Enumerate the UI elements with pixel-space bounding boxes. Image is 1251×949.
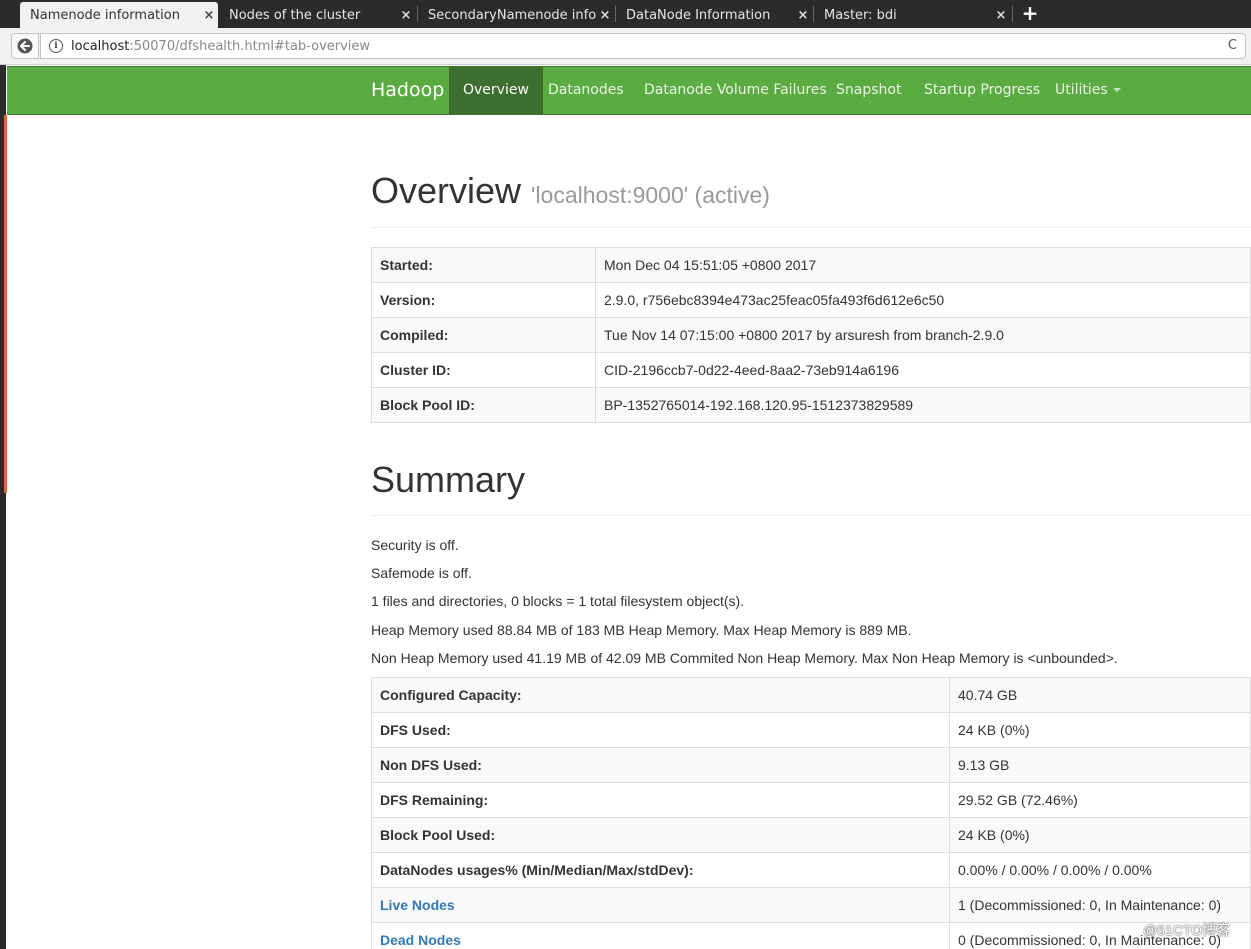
table-row: Dead Nodes 0 (Decommissioned: 0, In Maint… — [371, 922, 1251, 949]
overview-subtitle: 'localhost:9000' (active) — [531, 182, 770, 208]
tab-datanode-information[interactable]: DataNode Information × — [616, 2, 812, 28]
row-value: Tue Nov 14 07:15:00 +0800 2017 by arsure… — [595, 317, 1251, 353]
nodes-link[interactable]: Dead Nodes — [380, 932, 461, 948]
row-key: DFS Remaining: — [371, 782, 950, 818]
tab-label: SecondaryNamenode inform — [428, 7, 596, 23]
table-row: DFS Used: 24 KB (0%) — [371, 712, 1251, 748]
row-value: 40.74 GB — [949, 677, 1251, 713]
tab-label: Nodes of the cluster — [229, 7, 361, 23]
nav-datanode-volume-failures[interactable]: Datanode Volume Failures — [630, 67, 841, 114]
tab-nodes-of-the-cluster[interactable]: Nodes of the cluster × — [219, 2, 415, 28]
row-key: Configured Capacity: — [371, 677, 950, 713]
row-key: Live Nodes — [371, 887, 950, 923]
hadoop-navbar: Hadoop Overview Datanodes Datanode Volum… — [7, 66, 1251, 115]
nav-overview[interactable]: Overview — [449, 67, 543, 114]
window-edge-accent — [4, 115, 7, 493]
reload-icon[interactable]: C — [1228, 38, 1237, 53]
tab-master-bdi[interactable]: Master: bdi × — [814, 2, 1010, 28]
watermark: @51CTO博客 — [1143, 922, 1231, 938]
row-value: CID-2196ccb7-0d22-4eed-8aa2-73eb914a6196 — [595, 352, 1251, 388]
table-row: Block Pool Used: 24 KB (0%) — [371, 817, 1251, 853]
row-value: Mon Dec 04 15:51:05 +0800 2017 — [595, 247, 1251, 283]
table-row: Configured Capacity: 40.74 GB — [371, 677, 1251, 713]
close-icon[interactable]: × — [596, 8, 614, 23]
summary-table: Configured Capacity: 40.74 GB DFS Used: 24 … — [371, 677, 1251, 949]
divider — [371, 515, 1251, 516]
tab-namenode-information[interactable]: Namenode information × — [20, 2, 218, 28]
brand-logo[interactable]: Hadoop — [371, 79, 444, 101]
non-heap-memory: Non Heap Memory used 41.19 MB of 42.09 M… — [371, 650, 1118, 666]
nav-utilities-label: Utilities — [1055, 82, 1108, 98]
table-row: DFS Remaining: 29.52 GB (72.46%) — [371, 782, 1251, 818]
tab-label: Master: bdi — [824, 7, 897, 23]
row-value: 0.00% / 0.00% / 0.00% / 0.00% — [949, 852, 1251, 888]
table-row: Version: 2.9.0, r756ebc8394e473ac25feac05… — [371, 282, 1251, 318]
caret-down-icon — [1112, 88, 1121, 92]
row-key: Block Pool Used: — [371, 817, 950, 853]
table-row: DataNodes usages% (Min/Median/Max/stdDev… — [371, 852, 1251, 888]
row-value: 9.13 GB — [949, 747, 1251, 783]
row-key: Version: — [371, 282, 596, 318]
browser-tab-bar: Namenode information × Nodes of the clus… — [0, 0, 1251, 28]
row-value: 1 (Decommissioned: 0, In Maintenance: 0) — [949, 887, 1251, 923]
tab-separator — [1012, 6, 1013, 22]
row-key: Started: — [371, 247, 596, 283]
table-row: Block Pool ID: BP-1352765014-192.168.120.… — [371, 387, 1251, 423]
summary-heading: Summary — [371, 459, 526, 500]
heap-memory: Heap Memory used 88.84 MB of 183 MB Heap… — [371, 622, 912, 638]
nav-snapshot[interactable]: Snapshot — [822, 67, 915, 114]
row-value: BP-1352765014-192.168.120.95-15123738295… — [595, 387, 1251, 423]
new-tab-button[interactable]: + — [1019, 2, 1041, 26]
url-path: :50070/dfshealth.html#tab-overview — [129, 38, 371, 54]
back-button[interactable] — [11, 33, 39, 59]
table-row: Non DFS Used: 9.13 GB — [371, 747, 1251, 783]
row-key: Dead Nodes — [371, 922, 950, 949]
security-status: Security is off. — [371, 537, 459, 553]
nav-startup-progress[interactable]: Startup Progress — [910, 67, 1054, 114]
close-icon[interactable]: × — [794, 8, 812, 23]
close-icon[interactable]: × — [397, 8, 415, 23]
divider — [371, 227, 1251, 228]
filesystem-objects: 1 files and directories, 0 blocks = 1 to… — [371, 593, 745, 609]
row-value: 24 KB (0%) — [949, 817, 1251, 853]
tab-label: DataNode Information — [626, 7, 771, 23]
safemode-status: Safemode is off. — [371, 565, 472, 581]
info-icon[interactable]: i — [49, 39, 63, 53]
nav-datanodes[interactable]: Datanodes — [534, 67, 638, 114]
row-key: DFS Used: — [371, 712, 950, 748]
row-value: 24 KB (0%) — [949, 712, 1251, 748]
row-key: Block Pool ID: — [371, 387, 596, 423]
address-bar: i localhost:50070/dfshealth.html#tab-ove… — [0, 28, 1251, 65]
back-arrow-icon — [17, 38, 33, 54]
tab-secondary-namenode[interactable]: SecondaryNamenode inform × — [418, 2, 614, 28]
row-key: DataNodes usages% (Min/Median/Max/stdDev… — [371, 852, 950, 888]
url-host: localhost — [71, 38, 130, 54]
table-row: Cluster ID: CID-2196ccb7-0d22-4eed-8aa2-7… — [371, 352, 1251, 388]
nodes-link[interactable]: Live Nodes — [380, 897, 455, 913]
close-icon[interactable]: × — [992, 8, 1010, 23]
nav-utilities-dropdown[interactable]: Utilities — [1041, 67, 1135, 114]
overview-heading: Overview 'localhost:9000' (active) — [371, 170, 770, 212]
row-key: Non DFS Used: — [371, 747, 950, 783]
row-key: Cluster ID: — [371, 352, 596, 388]
close-icon[interactable]: × — [200, 8, 218, 23]
table-row: Started: Mon Dec 04 15:51:05 +0800 2017 — [371, 247, 1251, 283]
tab-label: Namenode information — [30, 7, 180, 23]
table-row: Compiled: Tue Nov 14 07:15:00 +0800 2017 … — [371, 317, 1251, 353]
table-row: Live Nodes 1 (Decommissioned: 0, In Maint… — [371, 887, 1251, 923]
overview-table: Started: Mon Dec 04 15:51:05 +0800 2017 Ve… — [371, 247, 1251, 423]
row-value: 29.52 GB (72.46%) — [949, 782, 1251, 818]
overview-title: Overview — [371, 170, 522, 211]
row-value: 2.9.0, r756ebc8394e473ac25feac05fa493f6d… — [595, 282, 1251, 318]
row-key: Compiled: — [371, 317, 596, 353]
url-input[interactable]: i localhost:50070/dfshealth.html#tab-ove… — [40, 33, 1246, 59]
